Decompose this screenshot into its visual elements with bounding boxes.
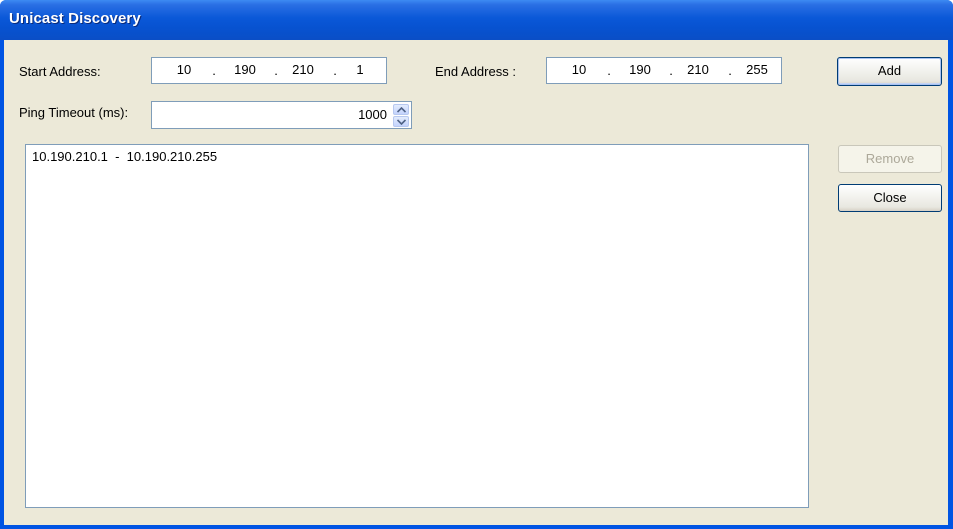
spinner [393,104,409,127]
end-address-octet-2[interactable]: 190 [622,62,658,77]
chevron-down-icon[interactable] [393,116,409,127]
end-address-octet-1[interactable]: 10 [561,62,597,77]
dialog-body: Start Address: 10 . 190 . 210 . 1 End Ad… [4,40,948,525]
window-title: Unicast Discovery [9,10,141,27]
address-range-list[interactable]: 10.190.210.1 - 10.190.210.255 [25,144,809,508]
start-address-octet-2[interactable]: 190 [227,62,263,77]
ip-separator: . [212,63,216,78]
start-address-input[interactable]: 10 . 190 . 210 . 1 [151,57,387,84]
ping-timeout-stepper[interactable]: 1000 [151,101,412,129]
title-bar[interactable]: Unicast Discovery [0,0,953,40]
chevron-up-icon[interactable] [393,104,409,115]
start-address-octet-3[interactable]: 210 [285,62,321,77]
start-address-octet-4[interactable]: 1 [342,62,378,77]
ping-timeout-value[interactable]: 1000 [358,107,387,122]
end-address-input[interactable]: 10 . 190 . 210 . 255 [546,57,782,84]
start-address-label: Start Address: [19,64,101,79]
dialog-window: Unicast Discovery Start Address: 10 . 19… [0,0,953,529]
ping-timeout-label: Ping Timeout (ms): [19,105,129,120]
ip-separator: . [333,63,337,78]
ip-separator: . [728,63,732,78]
ip-separator: . [274,63,278,78]
close-button[interactable]: Close [838,184,942,212]
ip-separator: . [669,63,673,78]
end-address-label: End Address : [435,64,516,79]
remove-button[interactable]: Remove [838,145,942,173]
add-button[interactable]: Add [837,57,942,86]
ip-separator: . [607,63,611,78]
start-address-octet-1[interactable]: 10 [166,62,202,77]
end-address-octet-4[interactable]: 255 [739,62,775,77]
list-item[interactable]: 10.190.210.1 - 10.190.210.255 [32,149,217,164]
end-address-octet-3[interactable]: 210 [680,62,716,77]
